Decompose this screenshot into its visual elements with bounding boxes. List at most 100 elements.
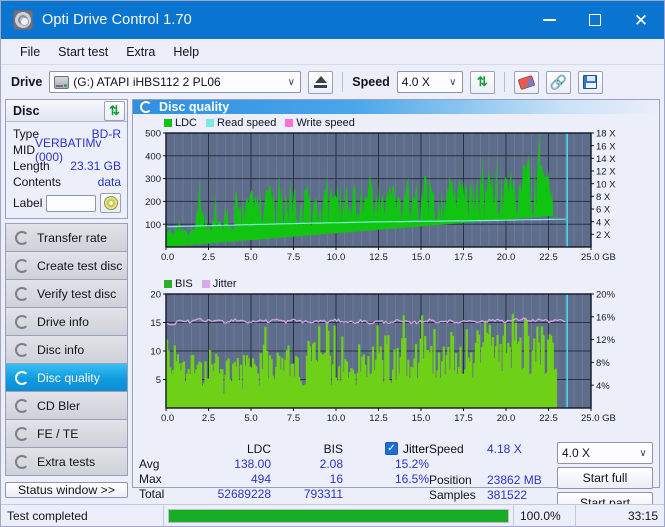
refresh-button[interactable]: ⇅	[469, 70, 495, 94]
sidebar-item-disc-info[interactable]: Disc info	[6, 336, 127, 364]
sidebar-item-extra-tests[interactable]: Extra tests	[6, 448, 127, 476]
svg-text:17.5: 17.5	[454, 413, 473, 424]
ldc-chart-svg: 100 200 300 400 500 2 X 4 X6 X 8 X 10 X12 X 14 X 1…	[145, 129, 616, 263]
menu-start-test[interactable]: Start test	[49, 42, 117, 62]
svg-text:7.5: 7.5	[287, 252, 300, 263]
eject-icon	[314, 76, 328, 88]
minimize-button[interactable]	[526, 1, 572, 39]
speed-label: Speed	[352, 75, 390, 89]
svg-text:25.0 GB: 25.0 GB	[581, 252, 616, 263]
svg-text:17.5: 17.5	[454, 252, 473, 263]
readout-speed: Speed 4.18 X	[429, 441, 557, 456]
disc-icon	[15, 230, 29, 245]
menubar: File Start test Extra Help	[1, 39, 664, 65]
erase-button[interactable]	[513, 70, 539, 94]
stats-total-ldc: 52689228	[217, 486, 271, 501]
svg-text:22.5: 22.5	[539, 252, 558, 263]
statusbar: Test completed 100.0% 33:15	[1, 504, 664, 527]
readout-samples-label: Samples	[429, 487, 476, 502]
disc-length-label: Length	[13, 159, 50, 173]
sidebar-item-transfer-rate[interactable]: Transfer rate	[6, 224, 127, 252]
main-panel-header: Disc quality	[133, 100, 659, 114]
legend-item-ldc: LDC	[164, 117, 197, 129]
sidebar-item-fe-te[interactable]: FE / TE	[6, 420, 127, 448]
save-button[interactable]	[577, 70, 603, 94]
sidebar: Transfer rate Create test disc Verify te…	[5, 223, 128, 476]
disc-quality-icon	[140, 101, 152, 113]
jitter-checkbox[interactable]: ✓	[384, 442, 398, 455]
legend-label-read-speed: Read speed	[217, 116, 277, 129]
menu-help[interactable]: Help	[164, 42, 208, 62]
link-button[interactable]: 🔗	[545, 70, 571, 94]
svg-text:15.0: 15.0	[412, 252, 431, 263]
start-full-button[interactable]: Start full	[557, 467, 653, 489]
svg-text:10.0: 10.0	[327, 413, 346, 424]
progress-fill	[169, 509, 508, 522]
window-controls: ✕	[526, 1, 664, 39]
readout-speed-value: 4.18 X	[487, 441, 522, 456]
legend-swatch-jitter	[201, 279, 210, 288]
progress-cell	[164, 504, 514, 527]
svg-text:300: 300	[145, 174, 161, 185]
sidebar-item-create-test-disc[interactable]: Create test disc	[6, 252, 127, 280]
menu-extra[interactable]: Extra	[117, 42, 164, 62]
status-window-button[interactable]: Status window >>	[5, 482, 128, 498]
chart-bottom[interactable]: 5 10 15 20 4% 8% 12% 16% 20% 0.0 2.5 5.0 7.5 10.0 12.5…	[136, 290, 656, 438]
eject-button[interactable]	[308, 70, 334, 94]
readout-position-label: Position	[429, 472, 472, 487]
drive-select-value: (G:) ATAPI iHBS112 2 PL06	[73, 75, 221, 89]
legend-item-write-speed: Write speed	[285, 117, 355, 129]
sidebar-item-verify-test-disc[interactable]: Verify test disc	[6, 280, 127, 308]
disc-label-label: Label	[13, 196, 43, 210]
svg-text:15: 15	[150, 318, 161, 329]
test-speed-select[interactable]: 4.0 X ∨	[557, 442, 653, 464]
readout-samples-value: 381522	[487, 487, 528, 502]
disc-contents-label: Contents	[13, 175, 62, 189]
stats-row-total: Total 52689228 793311	[139, 486, 429, 501]
legend-label-jitter: Jitter	[212, 277, 237, 290]
speed-select[interactable]: 4.0 X ∨	[396, 71, 463, 93]
disc-mid-label: MID	[13, 143, 35, 157]
sidebar-item-drive-info[interactable]: Drive info	[6, 308, 127, 336]
close-button[interactable]: ✕	[618, 1, 664, 39]
stats-max-jitter: 16.5%	[394, 471, 429, 486]
stats-header-ldc: LDC	[246, 441, 271, 456]
disc-refresh-button[interactable]: ⇅	[104, 100, 125, 121]
disc-icon	[15, 398, 29, 413]
maximize-button[interactable]	[572, 1, 618, 39]
disc-panel: Disc ⇅ Type BD-R MID VERBATIMv (000) Len…	[5, 99, 128, 219]
readout-speed-label: Speed	[429, 441, 464, 456]
svg-text:25.0 GB: 25.0 GB	[581, 413, 616, 424]
legend-swatch-write-speed	[285, 118, 294, 127]
disc-icon	[15, 342, 29, 357]
disc-label-input[interactable]	[46, 194, 96, 212]
svg-text:400: 400	[145, 151, 161, 162]
test-speed-value: 4.0 X	[562, 446, 591, 460]
titlebar: Opti Drive Control 1.70 ✕	[1, 1, 664, 39]
svg-text:0.0: 0.0	[161, 252, 174, 263]
stats-avg-ldc: 138.00	[234, 456, 271, 471]
cd-icon	[103, 196, 118, 210]
toolbar-divider-2	[503, 72, 505, 92]
sidebar-item-label: Extra tests	[37, 454, 96, 469]
svg-text:10.0: 10.0	[327, 252, 346, 263]
chart-top[interactable]: 100 200 300 400 500 2 X 4 X6 X 8 X 10 X 12 X 14 X 1…	[136, 129, 656, 277]
disc-label-button[interactable]	[100, 193, 121, 213]
sidebar-item-disc-quality[interactable]: Disc quality	[6, 364, 127, 392]
stats-total-bis: 793311	[303, 486, 343, 501]
app-window: Opti Drive Control 1.70 ✕ File Start tes…	[0, 0, 665, 527]
sidebar-item-cd-bler[interactable]: CD Bler	[6, 392, 127, 420]
minimize-icon	[542, 19, 556, 21]
svg-text:14 X: 14 X	[596, 154, 616, 165]
menu-file[interactable]: File	[11, 42, 49, 62]
window-title: Opti Drive Control 1.70	[42, 12, 192, 28]
stats-avg-jitter: 15.2%	[394, 456, 429, 471]
svg-text:2 X: 2 X	[596, 230, 611, 241]
main-panel: Disc quality LDC Read speed Write speed …	[132, 99, 660, 514]
svg-text:5.0: 5.0	[244, 413, 257, 424]
disc-label-row: Label	[13, 193, 121, 213]
drive-toolbar: Drive (G:) ATAPI iHBS112 2 PL06 ∨ Speed …	[1, 65, 664, 99]
svg-text:12.5: 12.5	[369, 413, 388, 424]
drive-select[interactable]: (G:) ATAPI iHBS112 2 PL06 ∨	[49, 71, 302, 93]
app-icon	[13, 10, 33, 30]
